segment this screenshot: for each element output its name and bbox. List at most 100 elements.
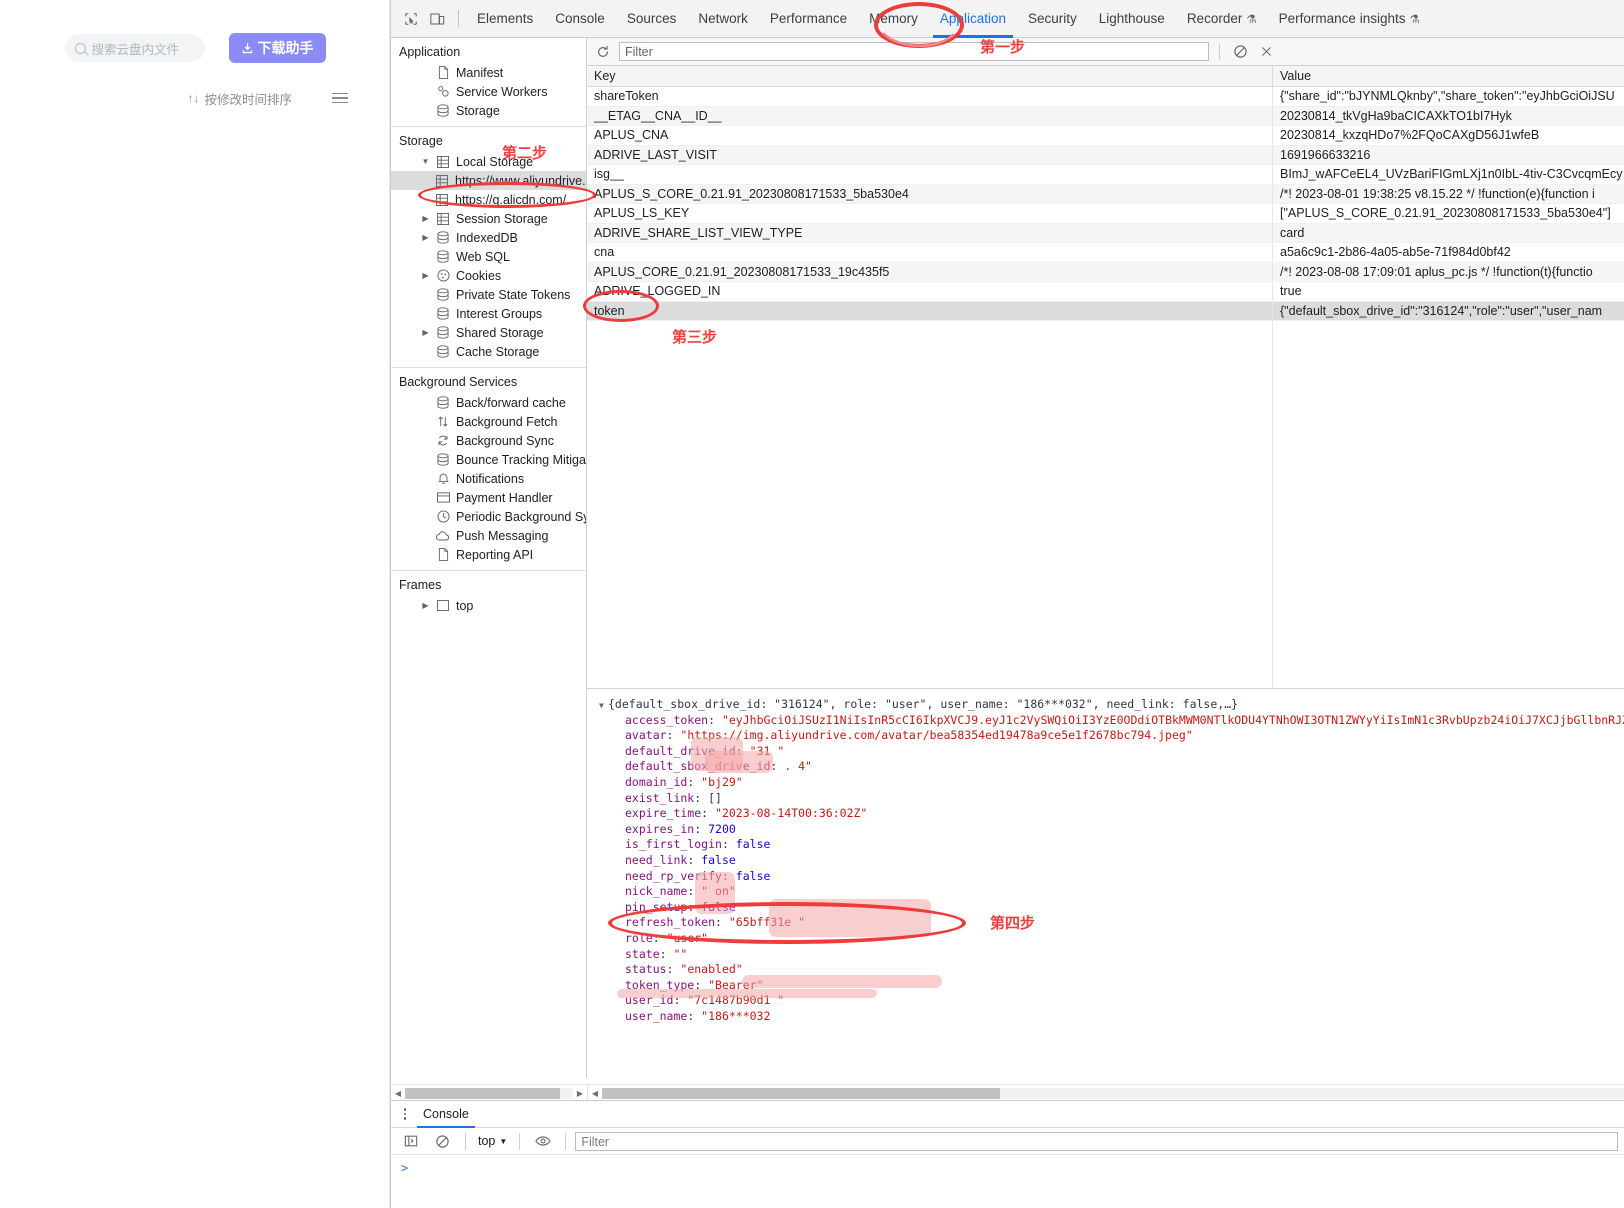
sidebar-item-background-sync[interactable]: Background Sync bbox=[391, 431, 586, 450]
clear-icon[interactable] bbox=[1230, 42, 1250, 62]
sidebar-item-alicdn-origin[interactable]: https://g.alicdn.com/ bbox=[391, 190, 586, 209]
tab-performance[interactable]: Performance bbox=[759, 0, 858, 38]
twisty-collapsed-icon[interactable]: ▶ bbox=[421, 328, 430, 337]
table-row[interactable]: isg__ BImJ_wAFCeEL4_UVzBariFIGmLXj1n0IbL… bbox=[587, 165, 1624, 185]
cell-key: APLUS_S_CORE_0.21.91_20230808171533_5ba5… bbox=[587, 184, 1273, 203]
twisty-collapsed-icon[interactable]: ▶ bbox=[421, 271, 430, 280]
tab-elements[interactable]: Elements bbox=[466, 0, 544, 38]
device-toolbar-icon[interactable] bbox=[424, 6, 451, 32]
sidebar-item-back-forward-cache[interactable]: Back/forward cache bbox=[391, 393, 586, 412]
console-filter-input[interactable]: Filter bbox=[575, 1131, 1618, 1151]
sidebar-item-interest-groups[interactable]: Interest Groups bbox=[391, 304, 586, 323]
sidebar-item-manifest[interactable]: Manifest bbox=[391, 63, 586, 82]
drawer-more-options-icon[interactable] bbox=[397, 1108, 413, 1120]
tab-memory[interactable]: Memory bbox=[858, 0, 929, 38]
search-input[interactable]: 搜索云盘内文件 bbox=[64, 34, 205, 62]
sidebar-item-payment-handler[interactable]: Payment Handler bbox=[391, 488, 586, 507]
close-icon[interactable] bbox=[1256, 42, 1276, 62]
column-header-key[interactable]: Key bbox=[587, 66, 1273, 86]
sidebar-item-local-storage[interactable]: ▼ Local Storage bbox=[391, 152, 586, 171]
console-context-selector[interactable]: top ▼ bbox=[475, 1134, 510, 1148]
preview-hscrollbar[interactable]: ◀ bbox=[587, 1085, 1624, 1101]
list-view-icon[interactable] bbox=[332, 92, 348, 104]
inspect-element-icon[interactable] bbox=[397, 6, 424, 32]
devtools-tabbar: Elements Console Sources Network Perform… bbox=[391, 0, 1624, 38]
scroll-track[interactable] bbox=[602, 1087, 1624, 1099]
table-row[interactable]: shareToken {"share_id":"bJYNMLQknby","sh… bbox=[587, 87, 1624, 107]
table-row[interactable]: cna a5a6c9c1-2b86-4a05-ab5e-71f984d0bf42 bbox=[587, 243, 1624, 263]
twisty-expanded-icon[interactable]: ▼ bbox=[421, 157, 430, 166]
table-row[interactable]: __ETAG__CNA__ID__ 20230814_tkVgHa9baCICA… bbox=[587, 106, 1624, 126]
preview-key: expire_time bbox=[625, 806, 702, 821]
sidebar-group-title-background-services: Background Services bbox=[399, 375, 518, 389]
sort-label: 按修改时间排序 bbox=[204, 92, 292, 107]
preview-key: need_link bbox=[625, 852, 688, 867]
preview-root-line[interactable]: ▼ {default_sbox_drive_id: "316124", role:… bbox=[595, 697, 1624, 713]
scroll-thumb[interactable] bbox=[602, 1087, 1000, 1099]
redaction-blur bbox=[695, 872, 735, 914]
preview-key: state bbox=[625, 946, 660, 961]
sidebar-item-reporting-api[interactable]: Reporting API bbox=[391, 545, 586, 564]
preview-value: "2023-08-14T00:36:02Z" bbox=[715, 806, 868, 821]
sidebar-item-bounce-tracking-mitigations[interactable]: Bounce Tracking Mitigations bbox=[391, 450, 586, 469]
table-row[interactable]: APLUS_LS_KEY ["APLUS_S_CORE_0.21.91_2023… bbox=[587, 204, 1624, 224]
scroll-left-icon[interactable]: ◀ bbox=[588, 1089, 602, 1098]
tab-security[interactable]: Security bbox=[1017, 0, 1088, 38]
table-row-token-selected[interactable]: token {"default_sbox_drive_id":"316124",… bbox=[587, 301, 1624, 321]
console-sidebar-icon[interactable] bbox=[397, 1128, 424, 1154]
sidebar-item-indexeddb[interactable]: ▶ IndexedDB bbox=[391, 228, 586, 247]
live-expression-icon[interactable] bbox=[529, 1128, 556, 1154]
twisty-collapsed-icon[interactable]: ▶ bbox=[421, 601, 430, 610]
table-row[interactable]: ADRIVE_LOGGED_IN true bbox=[587, 282, 1624, 302]
sidebar-item-session-storage[interactable]: ▶ Session Storage bbox=[391, 209, 586, 228]
sidebar-item-background-fetch[interactable]: Background Fetch bbox=[391, 412, 586, 431]
table-row[interactable]: APLUS_CNA 20230814_kxzqHDo7%2FQoCAXgD56J… bbox=[587, 126, 1624, 146]
cell-key: __ETAG__CNA__ID__ bbox=[587, 106, 1273, 125]
refresh-icon[interactable] bbox=[593, 42, 613, 62]
table-row[interactable]: ADRIVE_SHARE_LIST_VIEW_TYPE card bbox=[587, 223, 1624, 243]
drawer-tab-console[interactable]: Console bbox=[413, 1101, 479, 1128]
sidebar-item-push-messaging[interactable]: Push Messaging bbox=[391, 526, 586, 545]
table-row[interactable]: APLUS_CORE_0.21.91_20230808171533_19c435… bbox=[587, 262, 1624, 282]
sidebar-item-private-state-tokens[interactable]: Private State Tokens bbox=[391, 285, 586, 304]
sidebar-item-cache-storage[interactable]: Cache Storage bbox=[391, 342, 586, 361]
local-storage-table: Key Value shareToken {"share_id":"bJYNML… bbox=[587, 66, 1624, 688]
tab-performance-insights[interactable]: Performance insights ⚗ bbox=[1268, 0, 1431, 38]
scroll-left-icon[interactable]: ◀ bbox=[391, 1089, 405, 1098]
download-helper-button[interactable]: 下载助手 bbox=[228, 33, 326, 63]
twisty-collapsed-icon[interactable]: ▶ bbox=[421, 233, 430, 242]
column-header-value[interactable]: Value bbox=[1273, 66, 1624, 86]
sort-control[interactable]: ↑↓ 按修改时间排序 bbox=[187, 89, 292, 108]
scroll-right-icon[interactable]: ▶ bbox=[573, 1089, 587, 1098]
sidebar-item-aliyundrive-origin[interactable]: https://www.aliyundrive.com bbox=[391, 171, 586, 190]
sidebar-item-service-workers[interactable]: Service Workers bbox=[391, 82, 586, 101]
scroll-track[interactable] bbox=[405, 1087, 573, 1099]
sidebar-item-web-sql[interactable]: Web SQL bbox=[391, 247, 586, 266]
database-icon bbox=[436, 326, 450, 339]
console-prompt[interactable]: > bbox=[391, 1155, 1624, 1175]
sidebar-item-storage[interactable]: Storage bbox=[391, 101, 586, 120]
sidebar-item-top-frame[interactable]: ▶ top bbox=[391, 596, 586, 615]
table-row[interactable]: ADRIVE_LAST_VISIT 1691966633216 bbox=[587, 145, 1624, 165]
storage-filter-input[interactable]: Filter bbox=[619, 42, 1209, 61]
tab-network[interactable]: Network bbox=[687, 0, 759, 38]
twisty-expanded-icon[interactable]: ▼ bbox=[599, 698, 608, 714]
tab-lighthouse[interactable]: Lighthouse bbox=[1088, 0, 1176, 38]
sidebar-item-label: Manifest bbox=[456, 65, 504, 80]
sidebar-item-cookies[interactable]: ▶ Cookies bbox=[391, 266, 586, 285]
sidebar-item-shared-storage[interactable]: ▶ Shared Storage bbox=[391, 323, 586, 342]
tab-sources[interactable]: Sources bbox=[616, 0, 688, 38]
tab-recorder[interactable]: Recorder ⚗ bbox=[1176, 0, 1268, 38]
table-row[interactable]: APLUS_S_CORE_0.21.91_20230808171533_5ba5… bbox=[587, 184, 1624, 204]
scroll-thumb[interactable] bbox=[405, 1087, 560, 1099]
sidebar-item-notifications[interactable]: Notifications bbox=[391, 469, 586, 488]
twisty-collapsed-icon[interactable]: ▶ bbox=[421, 214, 430, 223]
toolbar-divider bbox=[519, 1132, 521, 1150]
cell-key: isg__ bbox=[587, 165, 1273, 184]
sidebar-hscrollbar[interactable]: ◀ ▶ bbox=[391, 1085, 587, 1101]
tab-application[interactable]: Application bbox=[929, 0, 1017, 38]
database-icon bbox=[436, 396, 450, 409]
clear-console-icon[interactable] bbox=[429, 1128, 456, 1154]
tab-console[interactable]: Console bbox=[544, 0, 616, 38]
sidebar-item-periodic-background-sync[interactable]: Periodic Background Sync bbox=[391, 507, 586, 526]
